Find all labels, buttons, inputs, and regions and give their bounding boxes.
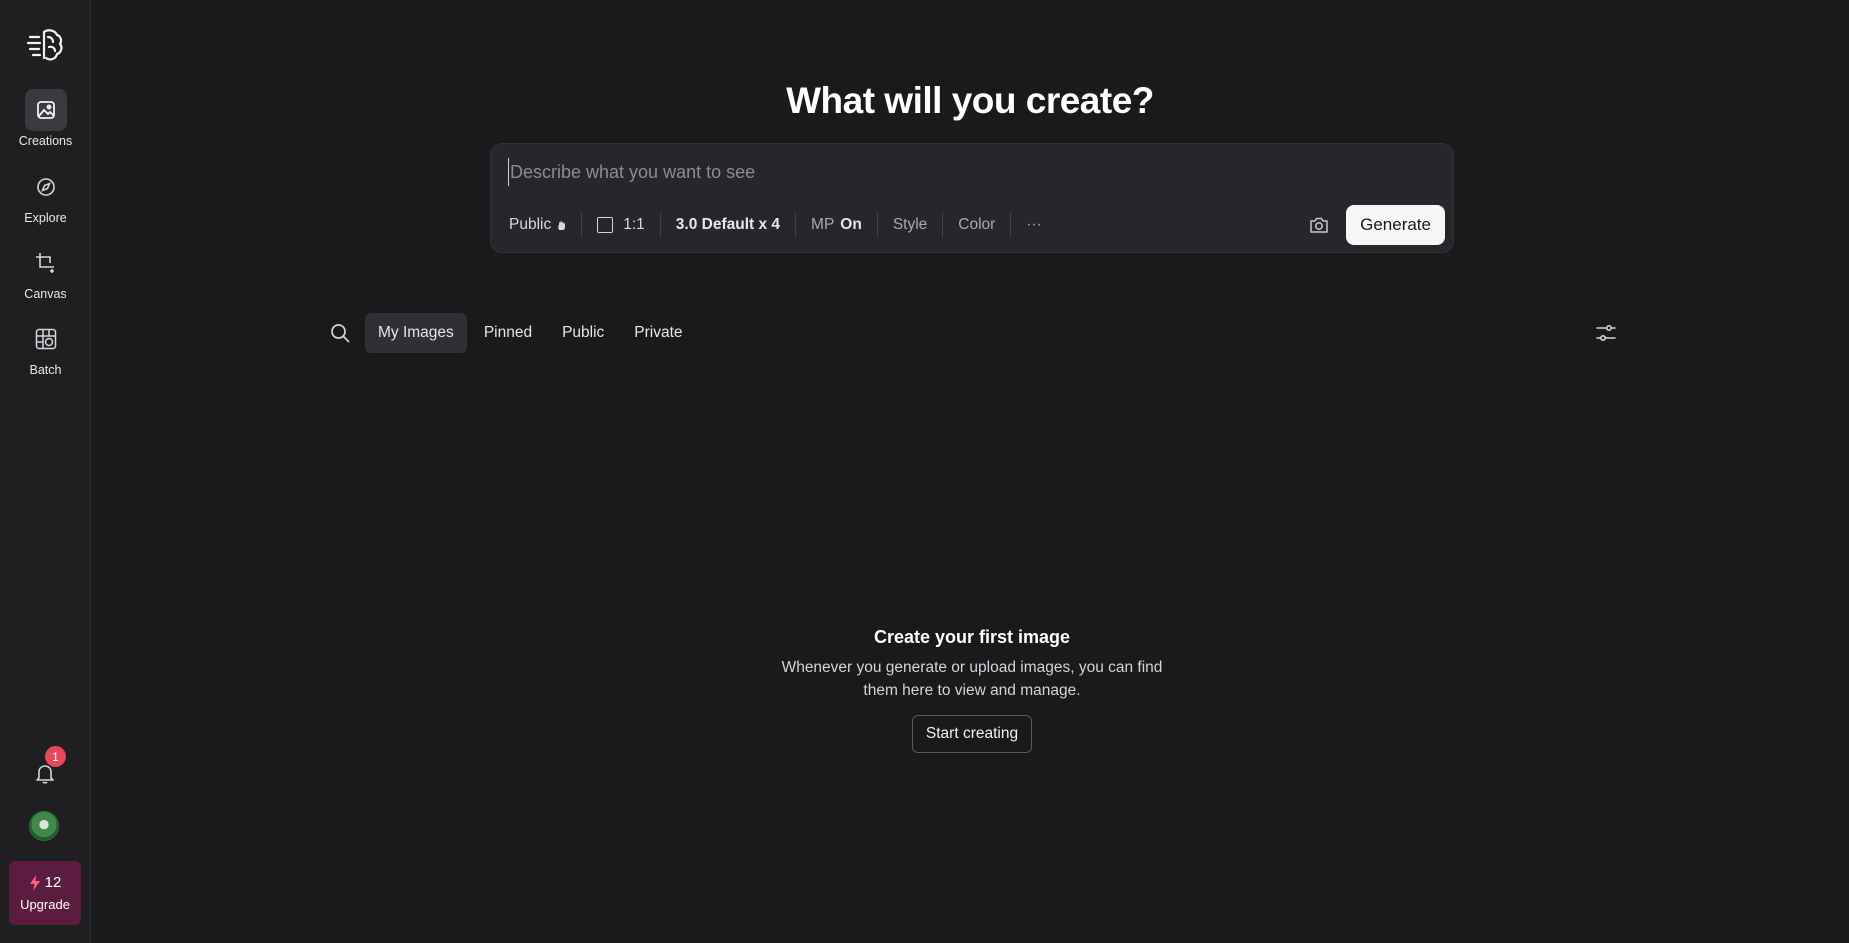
brain-logo-icon[interactable]: [26, 26, 64, 64]
notification-badge: 1: [45, 746, 66, 767]
page-title: What will you create?: [786, 80, 1154, 121]
toolbar-divider: [1010, 212, 1012, 238]
sidebar-item-explore[interactable]: Explore: [0, 166, 91, 225]
credits-value: 12: [44, 874, 62, 891]
sidebar-item-label: Explore: [24, 211, 67, 225]
sidebar-item-canvas[interactable]: Canvas: [0, 242, 91, 301]
toolbar-divider: [581, 212, 583, 238]
image-tabs: My Images Pinned Public Private: [325, 313, 696, 353]
model-selector[interactable]: 3.0 Default x 4: [676, 216, 780, 234]
camera-icon: [1310, 217, 1328, 233]
sidebar-item-batch[interactable]: Batch: [0, 318, 91, 377]
search-icon[interactable]: [325, 318, 355, 348]
magic-prompt-toggle[interactable]: MP On: [811, 216, 862, 234]
tab-pinned[interactable]: Pinned: [471, 313, 545, 353]
sidebar-item-label: Canvas: [24, 287, 67, 301]
sidebar: Creations Explore Canvas Batch 1 12 Upgr…: [0, 0, 91, 943]
start-creating-button[interactable]: Start creating: [911, 715, 1033, 753]
toolbar-divider: [942, 212, 944, 238]
filter-sliders-icon[interactable]: [1591, 318, 1621, 348]
prompt-input[interactable]: [508, 158, 1408, 186]
mp-value: On: [840, 216, 862, 233]
crop-sparkle-icon: [25, 242, 67, 284]
mp-label: MP: [811, 216, 835, 233]
more-options-button[interactable]: ···: [1026, 216, 1042, 234]
bolt-icon: [29, 874, 40, 891]
credits-count: 12: [29, 874, 62, 891]
tab-public[interactable]: Public: [549, 313, 617, 353]
sidebar-item-label: Batch: [29, 363, 62, 377]
empty-state: Create your first image Whenever you gen…: [672, 627, 1272, 753]
empty-state-description: Whenever you generate or upload images, …: [781, 659, 1163, 699]
generate-button[interactable]: Generate: [1346, 205, 1445, 245]
color-label: Color: [958, 216, 996, 233]
toolbar-divider: [659, 212, 661, 238]
upgrade-button[interactable]: 12 Upgrade: [9, 861, 81, 925]
toolbar-divider: [876, 212, 878, 238]
sidebar-item-label: Creations: [18, 134, 73, 148]
upgrade-label: Upgrade: [20, 897, 70, 912]
style-label: Style: [892, 216, 928, 233]
style-selector[interactable]: Style: [893, 216, 927, 234]
square-icon: [597, 217, 614, 233]
tab-private[interactable]: Private: [621, 313, 695, 353]
prompt-box: Public 1:1 3.0 Default x 4 MP On Style C…: [490, 143, 1454, 253]
more-icon: ···: [1026, 216, 1042, 233]
model-label: 3.0 Default x 4: [675, 216, 781, 233]
tab-my-images[interactable]: My Images: [365, 313, 467, 353]
prompt-toolbar: Public 1:1 3.0 Default x 4 MP On Style C…: [509, 205, 1445, 245]
visibility-label: Public: [509, 216, 552, 233]
aspect-ratio-selector[interactable]: 1:1: [597, 216, 645, 234]
grid-image-icon: [25, 318, 67, 360]
compass-icon: [25, 166, 67, 208]
empty-state-title: Create your first image: [873, 627, 1071, 647]
aspect-ratio-label: 1:1: [623, 216, 645, 233]
toolbar-divider: [795, 212, 797, 238]
hand-icon: [558, 220, 566, 230]
sidebar-item-creations[interactable]: Creations: [0, 89, 91, 148]
upload-image-button[interactable]: [1304, 210, 1334, 240]
image-icon: [24, 89, 67, 131]
avatar[interactable]: [29, 811, 59, 841]
color-selector[interactable]: Color: [958, 216, 995, 234]
visibility-selector[interactable]: Public: [509, 216, 566, 234]
